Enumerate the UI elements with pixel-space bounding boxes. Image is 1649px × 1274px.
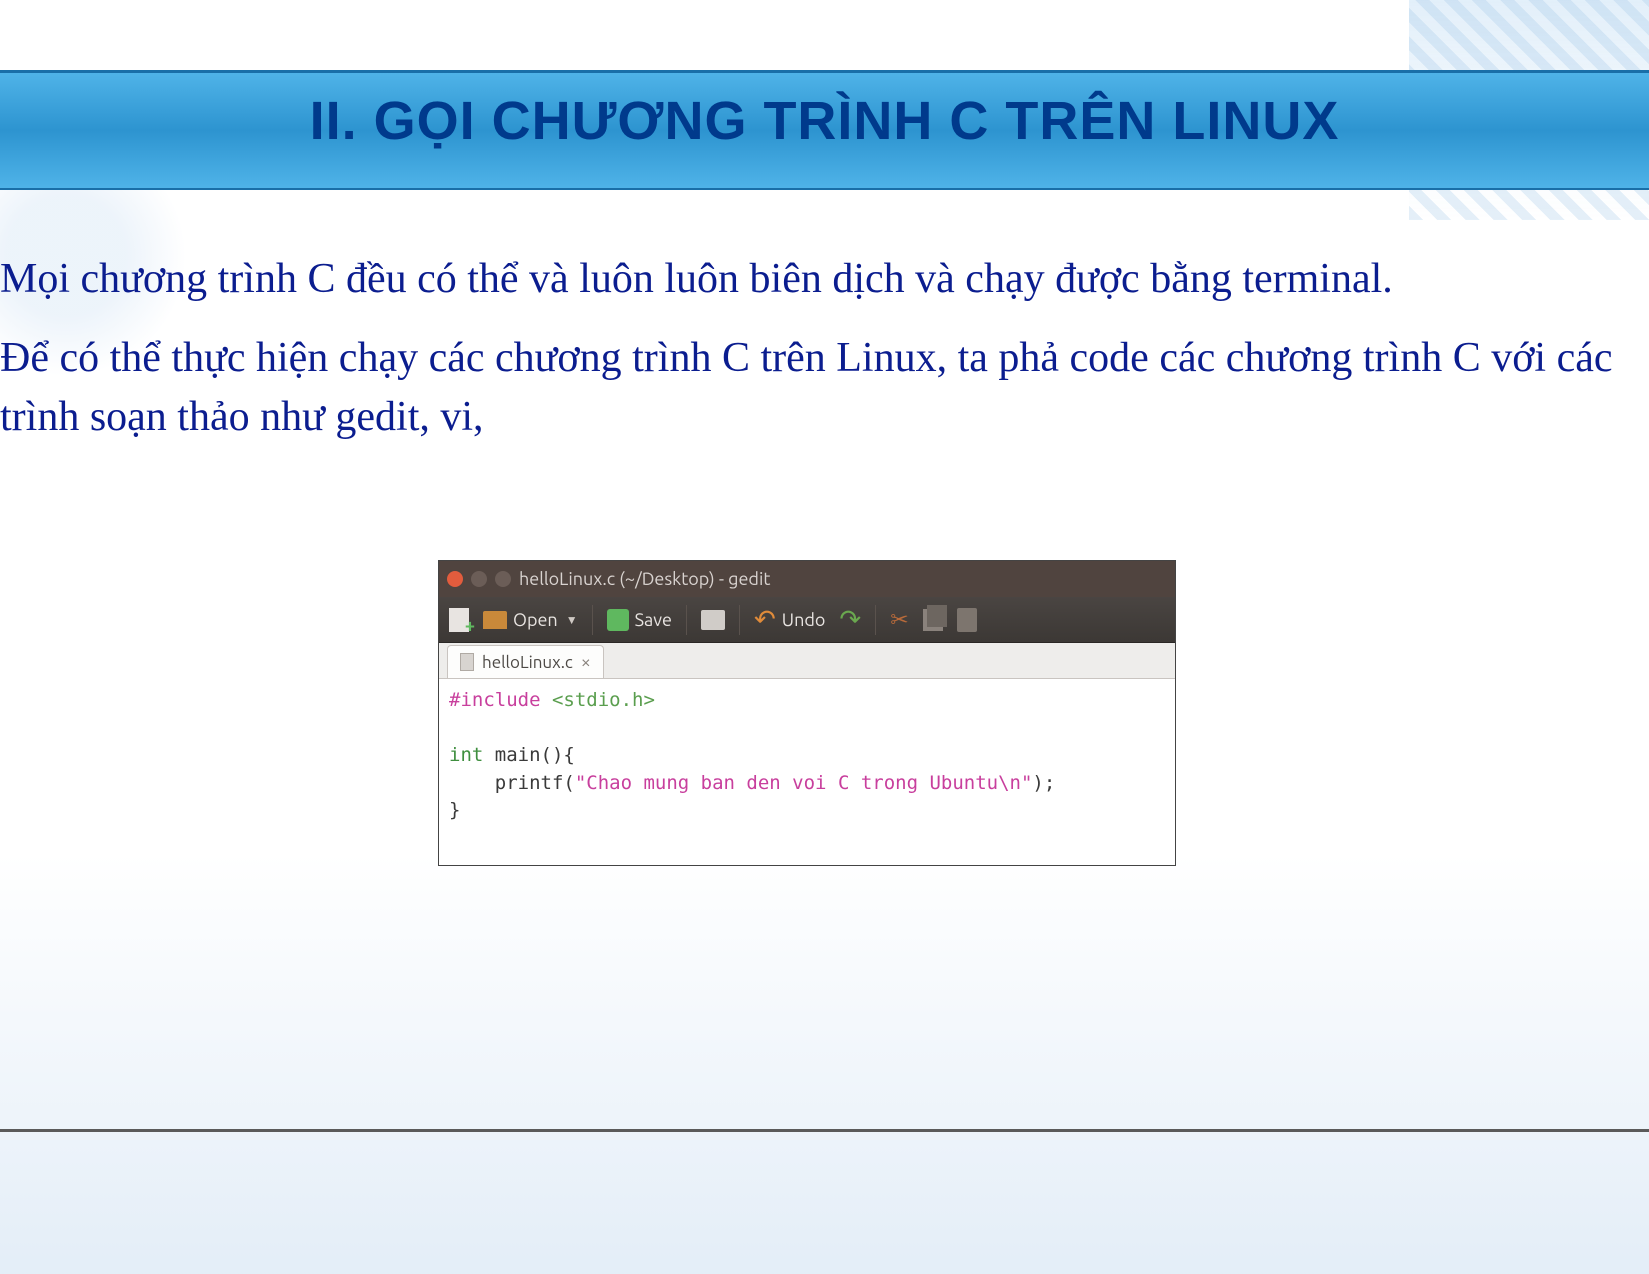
code-printf-post: ); — [1032, 772, 1055, 794]
window-minimize-icon[interactable] — [471, 571, 487, 587]
save-label: Save — [635, 610, 672, 630]
code-main-sig: main(){ — [483, 744, 575, 766]
cut-icon: ✂ — [890, 607, 908, 633]
file-tab[interactable]: helloLinux.c × — [447, 645, 604, 678]
paragraph-2: Để có thể thực hiện chạy các chương trìn… — [0, 329, 1640, 447]
paste-icon — [957, 608, 977, 632]
new-file-button[interactable] — [449, 608, 469, 632]
save-button[interactable]: Save — [607, 609, 672, 631]
code-close-brace: } — [449, 799, 460, 821]
paragraph-1: Mọi chương trình C đều có thể và luôn lu… — [0, 250, 1640, 309]
decoration-bottom-fade — [0, 854, 1649, 1274]
new-file-icon — [449, 608, 469, 632]
footer-divider — [0, 1129, 1649, 1132]
editor-toolbar: Open ▼ Save ↶ Undo ↷ ✂ — [439, 597, 1175, 643]
slide: II. GỌI CHƯƠNG TRÌNH C TRÊN LINUX Mọi ch… — [0, 0, 1649, 1274]
file-icon — [460, 653, 474, 671]
window-title-text: helloLinux.c (~/Desktop) - gedit — [519, 569, 770, 589]
redo-icon: ↷ — [839, 604, 861, 635]
open-label: Open — [513, 610, 558, 630]
slide-body: Mọi chương trình C đều có thể và luôn lu… — [0, 250, 1640, 446]
open-folder-icon — [483, 611, 507, 629]
code-area[interactable]: #include <stdio.h> int main(){ printf("C… — [439, 679, 1175, 865]
open-button[interactable]: Open ▼ — [483, 610, 578, 630]
code-type-int: int — [449, 744, 483, 766]
toolbar-separator — [686, 605, 687, 635]
paste-button[interactable] — [957, 608, 977, 632]
print-icon — [701, 610, 725, 630]
editor-tabbar: helloLinux.c × — [439, 643, 1175, 679]
window-titlebar: helloLinux.c (~/Desktop) - gedit — [439, 561, 1175, 597]
code-printf-string: "Chao mung ban den voi C trong Ubuntu\n" — [575, 772, 1033, 794]
chevron-down-icon: ▼ — [566, 613, 578, 627]
slide-title: II. GỌI CHƯƠNG TRÌNH C TRÊN LINUX — [0, 90, 1649, 152]
window-maximize-icon[interactable] — [495, 571, 511, 587]
window-close-icon[interactable] — [447, 571, 463, 587]
copy-button[interactable] — [923, 609, 943, 631]
undo-icon: ↶ — [754, 604, 776, 635]
toolbar-separator — [592, 605, 593, 635]
gedit-window: helloLinux.c (~/Desktop) - gedit Open ▼ … — [438, 560, 1176, 866]
toolbar-separator — [739, 605, 740, 635]
save-icon — [607, 609, 629, 631]
tab-filename: helloLinux.c — [482, 653, 573, 672]
copy-icon — [923, 609, 943, 631]
cut-button[interactable]: ✂ — [890, 607, 908, 633]
undo-button[interactable]: ↶ Undo — [754, 604, 825, 635]
redo-button[interactable]: ↷ — [839, 604, 861, 635]
code-include-keyword: #include — [449, 689, 541, 711]
code-include-header: <stdio.h> — [552, 689, 655, 711]
print-button[interactable] — [701, 610, 725, 630]
toolbar-separator — [875, 605, 876, 635]
code-printf-pre: printf( — [449, 772, 575, 794]
undo-label: Undo — [782, 610, 826, 630]
close-tab-icon[interactable]: × — [581, 652, 591, 672]
